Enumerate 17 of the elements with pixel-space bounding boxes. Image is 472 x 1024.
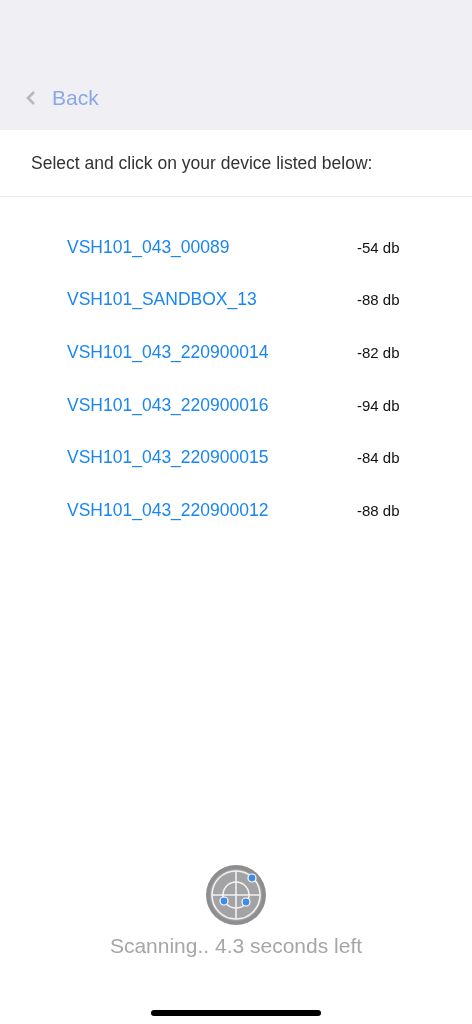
device-link[interactable]: VSH101_043_220900012 xyxy=(67,499,357,521)
signal-strength: -94 db xyxy=(357,396,400,414)
device-link[interactable]: VSH101_SANDBOX_13 xyxy=(67,289,357,311)
signal-strength: -84 db xyxy=(357,449,400,467)
device-link[interactable]: VSH101_043_220900015 xyxy=(67,447,357,469)
device-link[interactable]: VSH101_043_220900016 xyxy=(67,394,357,416)
signal-strength: -88 db xyxy=(357,291,400,309)
back-button[interactable]: Back xyxy=(26,86,99,110)
instruction-text: Select and click on your device listed below: xyxy=(31,152,373,174)
signal-strength: -82 db xyxy=(357,344,400,361)
device-link[interactable]: VSH101_043_220900014 xyxy=(67,342,357,363)
signal-strength: -88 db xyxy=(357,501,400,519)
radar-icon xyxy=(205,864,267,926)
chevron-left-icon xyxy=(26,90,36,106)
device-link[interactable]: VSH101_043_00089 xyxy=(67,236,357,258)
signal-strength: -54 db xyxy=(357,238,400,256)
scanning-status: Scanning.. 4.3 seconds left xyxy=(109,934,363,958)
